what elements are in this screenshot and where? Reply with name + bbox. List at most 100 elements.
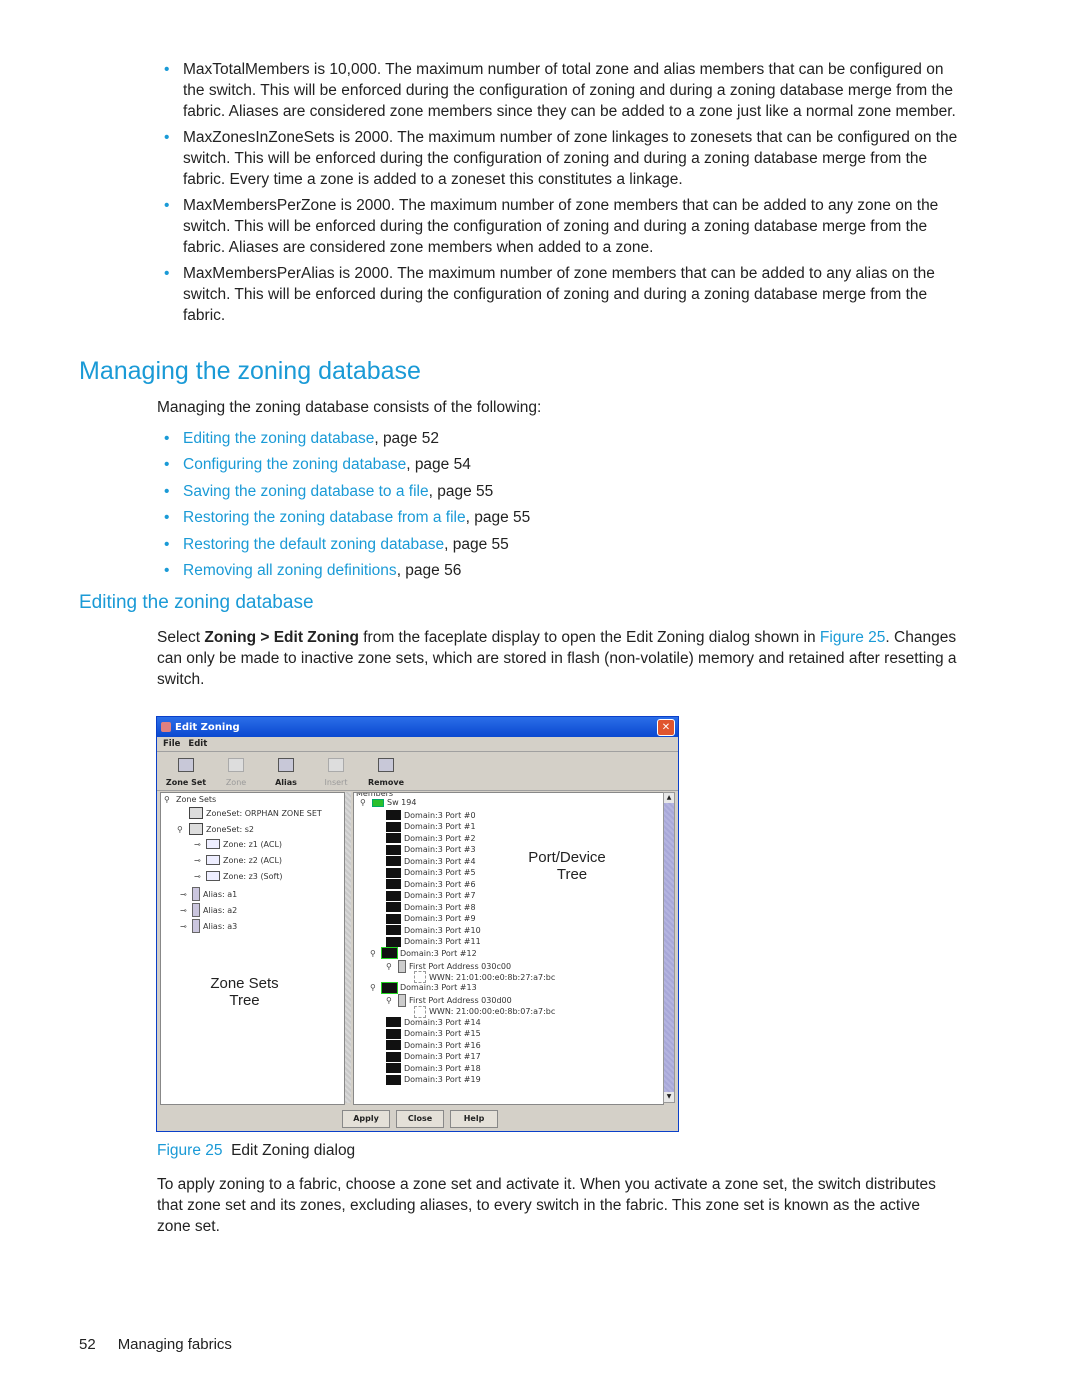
link-item: • Saving the zoning database to a file, p… bbox=[164, 482, 494, 500]
port-icon bbox=[386, 879, 401, 889]
expand-icon: ⚲ bbox=[360, 798, 366, 807]
tree-node[interactable]: ⚲ Zone Sets bbox=[164, 795, 216, 804]
node-label: Zone: z3 (Soft) bbox=[223, 871, 283, 881]
tree-node[interactable]: Domain:3 Port #18 bbox=[386, 1063, 481, 1073]
page-footer: 52 Managing fabrics bbox=[79, 1336, 232, 1353]
close-dialog-button[interactable]: Close bbox=[396, 1110, 444, 1128]
insert-button[interactable]: Insert bbox=[311, 752, 361, 790]
tree-node[interactable]: Domain:3 Port #6 bbox=[386, 879, 476, 889]
zone-button[interactable]: Zone bbox=[211, 752, 261, 790]
alias-icon bbox=[192, 919, 200, 933]
remove-button[interactable]: Remove bbox=[361, 752, 411, 790]
tree-node[interactable]: ⚲ ZoneSet: s2 bbox=[177, 823, 254, 835]
list-item: • MaxMembersPerAlias is 2000. The maximum… bbox=[164, 265, 935, 324]
expand-icon: ⚲ bbox=[386, 961, 392, 971]
limits-list: • MaxTotalMembers is 10,000. The maximum … bbox=[160, 59, 960, 331]
link-item: • Removing all zoning definitions, page 5… bbox=[164, 561, 462, 579]
list-item: • MaxMembersPerZone is 2000. The maximum … bbox=[164, 197, 939, 256]
expand-icon: ⚲ bbox=[386, 996, 392, 1005]
tree-node[interactable]: ⊸ Alias: a1 bbox=[180, 887, 237, 901]
tree-node[interactable]: Domain:3 Port #17 bbox=[386, 1051, 481, 1062]
zone-icon bbox=[206, 855, 220, 865]
zone-set-button[interactable]: Zone Set bbox=[161, 752, 211, 790]
tree-node[interactable]: Domain:3 Port #5 bbox=[386, 867, 476, 878]
title-bar[interactable]: Edit Zoning bbox=[157, 717, 678, 737]
alias-button[interactable]: Alias bbox=[261, 752, 311, 790]
xref-link[interactable]: Removing all zoning definitions bbox=[183, 562, 397, 579]
tree-node[interactable]: Domain:3 Port #14 bbox=[386, 1017, 481, 1027]
xref-link[interactable]: Saving the zoning database to a file bbox=[183, 483, 429, 500]
collapse-icon: ⊸ bbox=[180, 905, 187, 915]
node-label: Domain:3 Port #1 bbox=[404, 822, 476, 831]
tree-node[interactable]: ⚲ Sw 194 bbox=[360, 798, 416, 807]
node-label: Domain:3 Port #7 bbox=[404, 891, 476, 900]
tree-node[interactable]: Domain:3 Port #2 bbox=[386, 833, 476, 843]
scroll-down-icon[interactable]: ▼ bbox=[664, 1092, 674, 1102]
tree-node[interactable]: ZoneSet: ORPHAN ZONE SET bbox=[189, 807, 322, 819]
tree-node[interactable]: Domain:3 Port #1 bbox=[386, 821, 476, 832]
tree-node[interactable]: Domain:3 Port #11 bbox=[386, 936, 481, 947]
node-label: Domain:3 Port #6 bbox=[404, 879, 476, 889]
tree-node[interactable]: ⊸ Alias: a3 bbox=[180, 919, 237, 933]
menu-edit[interactable]: Edit bbox=[188, 739, 207, 749]
text: from the faceplate display to open the E… bbox=[358, 629, 820, 646]
tree-node[interactable]: Domain:3 Port #10 bbox=[386, 925, 481, 935]
node-label: Alias: a3 bbox=[203, 921, 238, 931]
tree-node[interactable]: ⚲ Domain:3 Port #13 bbox=[370, 982, 477, 993]
xref-link[interactable]: Restoring the default zoning database bbox=[183, 536, 444, 553]
node-label: Zone Sets bbox=[176, 795, 217, 804]
tree-node[interactable]: Domain:3 Port #9 bbox=[386, 913, 476, 924]
tree-node[interactable]: ⊸ Alias: a2 bbox=[180, 903, 237, 917]
insert-icon bbox=[328, 758, 344, 772]
port-icon bbox=[386, 1051, 401, 1062]
tree-node[interactable]: Domain:3 Port #8 bbox=[386, 902, 476, 912]
node-label: Domain:3 Port #17 bbox=[404, 1052, 481, 1061]
scroll-up-icon[interactable]: ▲ bbox=[664, 793, 674, 803]
alias-icon bbox=[192, 887, 200, 901]
link-item: • Configuring the zoning database, page 5… bbox=[164, 456, 471, 474]
tree-node[interactable]: WWN: 21:00:00:e0:8b:07:a7:bc bbox=[414, 1005, 555, 1018]
figure-link[interactable]: Figure 25 bbox=[820, 629, 885, 646]
port-icon bbox=[386, 890, 401, 901]
xref-link[interactable]: Configuring the zoning database bbox=[183, 456, 406, 473]
xref-link[interactable]: Editing the zoning database bbox=[183, 430, 374, 447]
tree-node[interactable]: Domain:3 Port #0 bbox=[386, 810, 476, 820]
tree-node[interactable]: Domain:3 Port #3 bbox=[386, 844, 476, 855]
help-button[interactable]: Help bbox=[450, 1110, 498, 1128]
pane-splitter[interactable] bbox=[345, 792, 351, 1103]
menu-file[interactable]: File bbox=[163, 739, 180, 749]
tree-node[interactable]: Domain:3 Port #19 bbox=[386, 1074, 481, 1085]
port-device-tree[interactable]: Members ⚲ Sw 194 Domain:3 Port #0 Domain:3… bbox=[353, 792, 664, 1105]
tree-node[interactable]: ⚲ Domain:3 Port #12 bbox=[370, 948, 477, 958]
dialog-title: Edit Zoning bbox=[175, 721, 240, 733]
tree-node[interactable]: ⊸ Zone: z2 (ACL) bbox=[194, 855, 282, 865]
node-label: Domain:3 Port #2 bbox=[404, 833, 476, 843]
close-button[interactable]: ✕ bbox=[657, 719, 675, 736]
port-device-tree-annotation: Port/Device Tree bbox=[512, 849, 622, 883]
alias-icon bbox=[278, 758, 294, 772]
node-label: Domain:3 Port #12 bbox=[400, 948, 477, 958]
section-links: • Editing the zoning database, page 52 • C… bbox=[160, 428, 960, 586]
port-icon bbox=[386, 1074, 401, 1085]
tree-node[interactable]: WWN: 21:01:00:e0:8b:27:a7:bc bbox=[414, 971, 555, 983]
tool-label: Alias bbox=[275, 778, 297, 787]
chapter-title: Managing fabrics bbox=[117, 1336, 232, 1353]
tool-label: Remove bbox=[367, 778, 405, 787]
node-label: First Port Address 030d00 bbox=[409, 996, 512, 1005]
page-ref: , page 55 bbox=[465, 509, 531, 527]
expand-icon: ⚲ bbox=[177, 824, 183, 834]
tree-node[interactable]: ⊸ Zone: z3 (Soft) bbox=[194, 871, 282, 881]
port-icon bbox=[386, 810, 401, 820]
tree-node[interactable]: ⊸ Zone: z1 (ACL) bbox=[194, 839, 282, 849]
tree-node[interactable]: Domain:3 Port #15 bbox=[386, 1028, 481, 1039]
port-icon bbox=[386, 925, 401, 935]
vertical-scrollbar[interactable]: ▲ ▼ bbox=[663, 792, 675, 1103]
tree-node[interactable]: Domain:3 Port #4 bbox=[386, 856, 476, 866]
xref-link[interactable]: Restoring the zoning database from a fil… bbox=[183, 509, 466, 526]
apply-button[interactable]: Apply bbox=[342, 1110, 390, 1128]
tree-node[interactable]: Domain:3 Port #16 bbox=[386, 1040, 481, 1050]
port-icon bbox=[386, 867, 401, 878]
node-label: Domain:3 Port #8 bbox=[404, 902, 476, 912]
zone-sets-tree[interactable]: ⚲ Zone Sets ZoneSet: ORPHAN ZONE SET ⚲ Zon… bbox=[160, 792, 345, 1105]
tree-node[interactable]: Domain:3 Port #7 bbox=[386, 890, 476, 901]
